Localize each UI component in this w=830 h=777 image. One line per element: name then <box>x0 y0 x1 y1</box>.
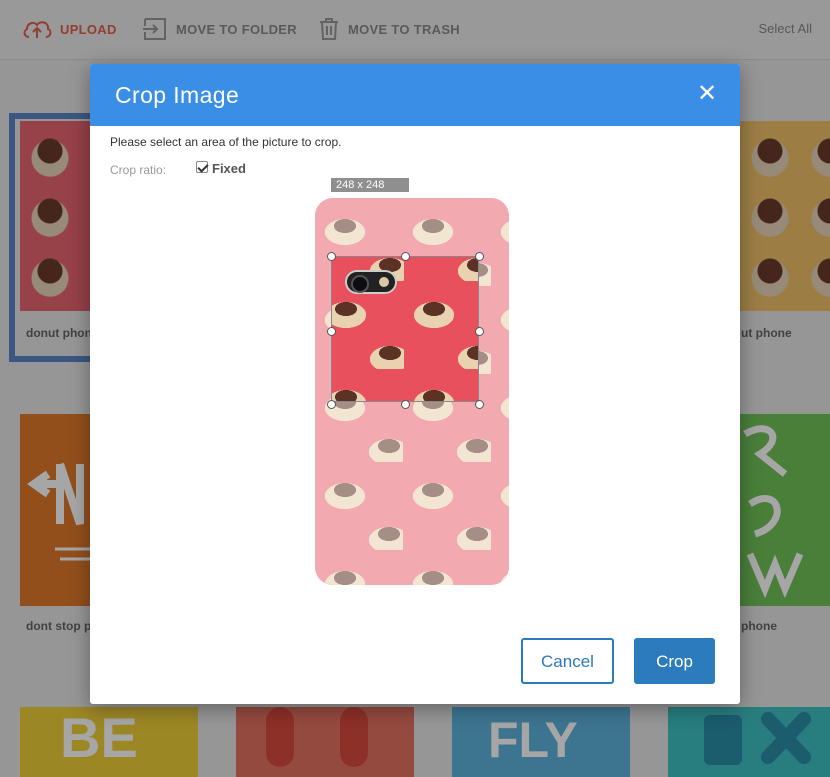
crop-handle-bottom[interactable] <box>401 400 410 409</box>
crop-handle-left[interactable] <box>327 327 336 336</box>
crop-handle-top-left[interactable] <box>327 252 336 261</box>
crop-instructions: Please select an area of the picture to … <box>110 135 342 149</box>
crop-handle-right[interactable] <box>475 327 484 336</box>
crop-button[interactable]: Crop <box>634 638 715 684</box>
crop-ratio-label: Crop ratio: <box>110 163 167 177</box>
selection-size-badge: 248 x 248 <box>331 178 409 192</box>
crop-handle-bottom-right[interactable] <box>475 400 484 409</box>
crop-handle-top[interactable] <box>401 252 410 261</box>
fixed-ratio-label[interactable]: Fixed <box>212 161 246 176</box>
cancel-button[interactable]: Cancel <box>521 638 614 684</box>
dialog-title: Crop Image <box>115 82 240 108</box>
crop-handle-top-right[interactable] <box>475 252 484 261</box>
crop-image-dialog: Crop Image ✕ Please select an area of th… <box>90 64 740 704</box>
fixed-ratio-checkbox[interactable] <box>196 161 208 173</box>
crop-selection-box[interactable] <box>331 256 479 402</box>
crop-handle-bottom-left[interactable] <box>327 400 336 409</box>
camera-cutout <box>345 270 397 294</box>
crop-preview-area[interactable] <box>315 195 509 585</box>
dialog-header: Crop Image ✕ <box>90 64 740 126</box>
close-icon[interactable]: ✕ <box>692 79 722 109</box>
